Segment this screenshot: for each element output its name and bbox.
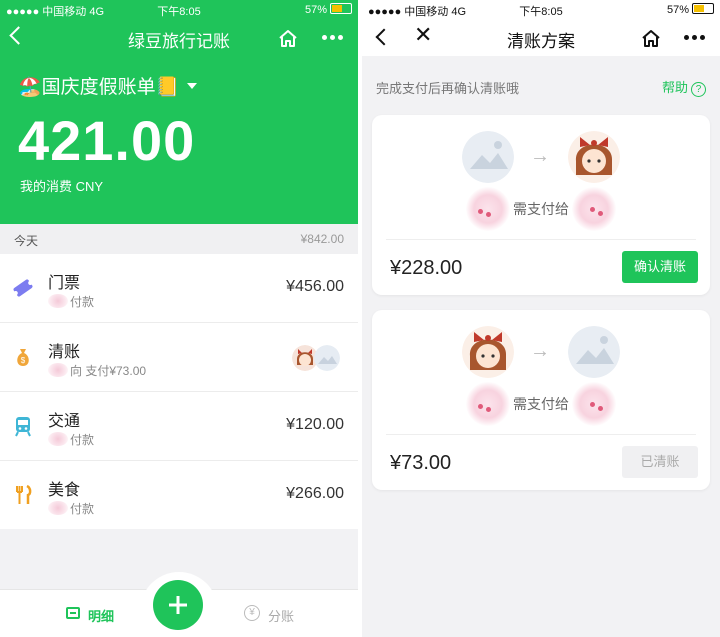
item-amount: ¥456.00 [286,278,344,295]
status-bar: ●●●●● 中国移动 4G 下午8:05 57% [362,0,720,20]
avatar-blur [48,501,68,515]
arrow-right-icon: → [530,340,550,362]
plus-icon [169,596,187,614]
battery-text: 57% [666,4,689,16]
arrow-right-icon: → [530,145,550,167]
tab-split[interactable]: ¥ 分账 [244,605,295,625]
status-bar: ●●●●● 中国移动 4G 下午8:05 57% [0,0,358,20]
right-screen: ●●●●● 中国移动 4G 下午8:05 57% ✕ 清账方案 完成支付后再确认… [362,0,720,637]
bill-header: ●●●●● 中国移动 4G 下午8:05 57% 绿豆旅行记账 🏖️国庆度假账单… [0,0,358,224]
battery: 57% [305,3,352,16]
settled-button[interactable]: 已清账 [622,446,698,478]
home-icon[interactable] [278,29,298,47]
page-title: 绿豆旅行记账 [128,32,230,51]
train-icon [15,417,31,437]
settle-amount: ¥73.00 [390,452,452,474]
my-spend-amount: 421.00 [18,109,196,172]
home-icon[interactable] [641,29,661,47]
item-sub: 付款 [48,500,94,517]
battery-icon [692,3,714,14]
tab-detail[interactable]: 明细 [66,606,114,625]
pay-to-label: 需支付给 [513,396,569,412]
item-sub-text: 向 支付¥73.00 [70,364,147,378]
settle-card: → 需支付给 ¥228.00 确认清账 [372,115,710,295]
item-sub: 付款 [48,293,94,310]
more-icon[interactable] [322,35,346,40]
money-bag-icon: $ [17,349,29,366]
list-icon [66,607,80,619]
item-amount: ¥266.00 [286,485,344,502]
bill-selector[interactable]: 🏖️国庆度假账单📒 [18,72,198,99]
avatar [568,131,620,183]
nav-bar: ✕ 清账方案 [362,20,720,56]
pay-to-label: 需支付给 [513,201,569,217]
settle-amount: ¥228.00 [390,257,463,279]
battery-text: 57% [304,4,327,16]
divider [386,434,696,435]
settle-card: → 需支付给 ¥73.00 已清账 [372,310,710,490]
avatar-blur [48,363,68,377]
day-label: 今天 [14,234,39,248]
avatar-pair [292,345,344,371]
avatar-blur [48,432,68,446]
my-spend-label: 我的消费 CNY [20,179,104,194]
day-total: ¥842.00 [300,232,344,246]
item-sub-text: 付款 [70,295,95,309]
tab-detail-label: 明细 [88,609,115,624]
item-sub-text: 付款 [70,502,95,516]
yuan-icon: ¥ [244,605,260,621]
tab-split-label: 分账 [268,609,295,624]
battery: 57% [667,3,714,16]
ticket-icon [13,279,33,297]
item-amount: ¥120.00 [286,416,344,433]
help-link[interactable]: 帮助? [662,77,706,97]
more-icon[interactable] [684,35,708,40]
item-sub: 付款 [48,431,94,448]
left-screen: ●●●●● 中国移动 4G 下午8:05 57% 绿豆旅行记账 🏖️国庆度假账单… [0,0,358,637]
item-sub: 向 支付¥73.00 [48,362,146,379]
avatar [462,326,514,378]
divider [386,239,696,240]
add-expense-button[interactable] [153,580,203,630]
question-icon: ? [691,82,706,97]
avatar-blur [48,294,68,308]
bill-name: 🏖️国庆度假账单📒 [18,77,180,98]
nav-bar: 绿豆旅行记账 [0,20,358,56]
list-item[interactable]: $ 清账 向 支付¥73.00 [0,323,358,392]
item-sub-text: 付款 [70,433,95,447]
page-title: 清账方案 [507,32,575,51]
item-title: 美食 [48,482,81,499]
svg-text:$: $ [21,356,26,365]
day-header: 今天 ¥842.00 [0,224,358,254]
list-item[interactable]: 美食 付款 ¥266.00 [0,461,358,529]
list-item[interactable]: 交通 付款 ¥120.00 [0,392,358,461]
expense-list: 门票 付款 ¥456.00 $ 清账 向 支付¥73.00 交通 付款 ¥120… [0,254,358,529]
item-title: 交通 [48,413,81,430]
settle-hint: 完成支付后再确认清账哦 [376,81,520,96]
confirm-settle-button[interactable]: 确认清账 [622,251,698,283]
avatar-placeholder [568,326,620,378]
avatar [314,345,340,371]
item-title: 门票 [48,275,81,292]
help-label: 帮助 [661,80,688,95]
list-item[interactable]: 门票 付款 ¥456.00 [0,254,358,323]
avatar-placeholder [462,131,514,183]
item-title: 清账 [48,344,81,361]
caret-down-icon [187,83,198,89]
battery-icon [330,3,352,14]
fork-knife-icon [16,484,32,504]
